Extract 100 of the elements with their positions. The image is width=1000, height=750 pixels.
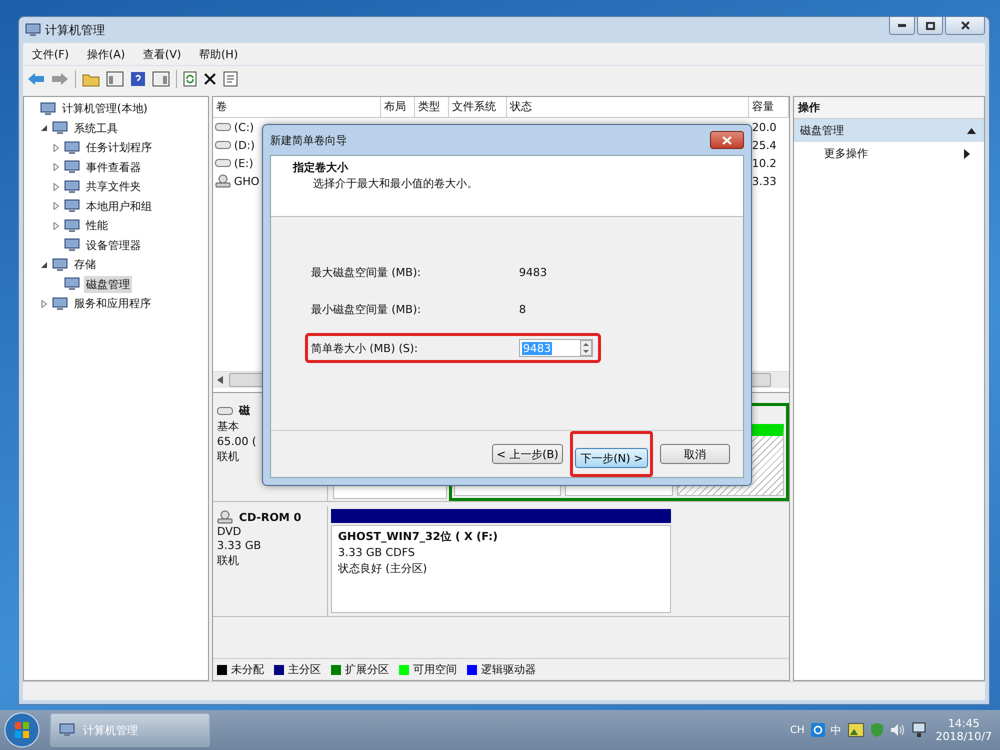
- monitor-icon: [64, 218, 80, 234]
- panel-header: 操作: [794, 97, 984, 119]
- action-section[interactable]: 磁盘管理: [794, 119, 984, 142]
- monitor-icon: [25, 22, 41, 38]
- tree-item[interactable]: 计算机管理(本地): [60, 100, 150, 118]
- caret-icon[interactable]: [40, 124, 48, 132]
- disc-drive-icon: [217, 510, 233, 524]
- monitor-icon: [64, 178, 80, 195]
- table-cell: (E:): [234, 156, 254, 170]
- monitor-icon: [59, 722, 75, 738]
- tree-item[interactable]: 系统工具: [72, 120, 120, 137]
- partition-detail: 状态良好 (主分区): [338, 561, 428, 576]
- disk-detail: 65.00 (: [217, 435, 258, 448]
- column-header[interactable]: 容量: [749, 97, 789, 118]
- disk-name: CD-ROM 0: [239, 510, 302, 524]
- close-button[interactable]: [710, 131, 744, 149]
- table-cell: GHO: [234, 174, 260, 188]
- hard-drive-icon: [215, 140, 231, 150]
- legend-label: 扩展分区: [345, 662, 389, 677]
- step-description: 选择介于最大和最小值的卷大小。: [312, 176, 479, 191]
- field-value: 9483: [519, 266, 547, 279]
- column-header[interactable]: 状态: [507, 97, 749, 118]
- delete-icon[interactable]: [203, 72, 217, 86]
- disk-detail: 联机: [217, 449, 240, 464]
- tree-item[interactable]: 服务和应用程序: [72, 295, 153, 312]
- dialog-title: 新建简单卷向导: [270, 132, 347, 148]
- table-cell: (D:): [234, 138, 255, 152]
- close-button[interactable]: [945, 17, 985, 35]
- action-link[interactable]: 更多操作: [824, 146, 868, 161]
- hard-drive-icon: [215, 158, 231, 168]
- minimize-icon: [898, 24, 906, 27]
- monitor-icon: [64, 237, 80, 254]
- monitor-icon: [64, 140, 80, 156]
- monitor-icon: [64, 276, 80, 292]
- legend-label: 可用空间: [413, 662, 457, 677]
- disk-detail: 基本: [217, 419, 240, 434]
- tree-item[interactable]: 共享文件夹: [84, 178, 143, 196]
- back-arrow-icon[interactable]: [27, 72, 45, 86]
- column-header[interactable]: 布局: [381, 97, 415, 118]
- monitor-icon: [52, 120, 68, 136]
- column-header[interactable]: 文件系统: [449, 97, 507, 118]
- image-icon[interactable]: [848, 723, 864, 737]
- wizard-button[interactable]: 取消: [660, 444, 730, 464]
- disk-name: 磁: [239, 403, 250, 418]
- speaker-icon[interactable]: [890, 723, 906, 737]
- panel-icon[interactable]: [106, 71, 124, 87]
- window-title: 计算机管理: [45, 22, 105, 38]
- maximize-button[interactable]: [917, 17, 943, 35]
- table-cell: (C:): [234, 120, 254, 134]
- section-title: 磁盘管理: [800, 123, 844, 138]
- menu-item[interactable]: 文件(F): [23, 46, 78, 62]
- search-icon[interactable]: [810, 723, 825, 737]
- monitor-icon: [40, 100, 56, 117]
- menu-item[interactable]: 操作(A): [78, 46, 134, 62]
- field-label: 最小磁盘空间量 (MB):: [311, 302, 422, 317]
- disc-drive-icon: [215, 174, 231, 188]
- panel-icon[interactable]: [152, 71, 170, 87]
- maximize-icon: [926, 22, 934, 30]
- disk-detail: 联机: [217, 553, 240, 568]
- table-cell-text: 10.2: [751, 156, 778, 170]
- legend-label: 主分区: [288, 662, 321, 677]
- monitor-icon: [52, 296, 68, 312]
- table-cell-text: 3.33: [751, 174, 778, 188]
- scroll-left-arrow-icon[interactable]: [217, 376, 223, 384]
- disk-detail: DVD: [217, 525, 242, 538]
- start-orb-icon[interactable]: [2, 710, 42, 750]
- tree-item[interactable]: 磁盘管理: [84, 276, 132, 293]
- partition-detail: 3.33 GB CDFS: [338, 546, 416, 559]
- close-icon: [960, 21, 970, 30]
- refresh-icon[interactable]: [183, 71, 197, 87]
- column-header[interactable]: 卷: [213, 97, 381, 118]
- minimize-button[interactable]: [889, 17, 915, 35]
- caret-icon[interactable]: [40, 260, 48, 269]
- wizard-button[interactable]: 下一步(N) >: [575, 448, 648, 468]
- hard-drive-icon: [215, 122, 231, 132]
- monitor-icon: [64, 198, 80, 214]
- menu-item[interactable]: 帮助(H): [190, 46, 247, 62]
- tree-item[interactable]: 性能: [84, 217, 110, 234]
- tree-item[interactable]: 本地用户和组: [84, 198, 154, 215]
- step-heading: 指定卷大小: [293, 160, 349, 175]
- field-value: 8: [519, 303, 526, 316]
- network-icon[interactable]: [912, 722, 926, 738]
- properties-icon[interactable]: [223, 71, 239, 87]
- monitor-icon: [52, 256, 68, 273]
- partition-title: GHOST_WIN7_32位 ( X (F:): [338, 529, 499, 544]
- tree-item[interactable]: 任务计划程序: [84, 139, 154, 156]
- spin-arrows-icon[interactable]: [580, 340, 592, 356]
- tree-item[interactable]: 事件查看器: [84, 158, 143, 176]
- tree-item[interactable]: 设备管理器: [84, 236, 143, 254]
- table-cell-text: 20.0: [751, 120, 778, 134]
- collapse-arrow-icon: [967, 128, 976, 134]
- wizard-button[interactable]: < 上一步(B): [492, 444, 564, 464]
- close-icon: [722, 136, 732, 144]
- hard-drive-icon: [217, 406, 233, 416]
- tree-item[interactable]: 存储: [72, 256, 98, 274]
- menu-item[interactable]: 查看(V): [134, 46, 190, 62]
- column-header[interactable]: 类型: [415, 97, 449, 118]
- disk-detail: 3.33 GB: [217, 539, 262, 552]
- help-icon[interactable]: [130, 71, 146, 87]
- table-cell-text: 25.4: [751, 138, 778, 152]
